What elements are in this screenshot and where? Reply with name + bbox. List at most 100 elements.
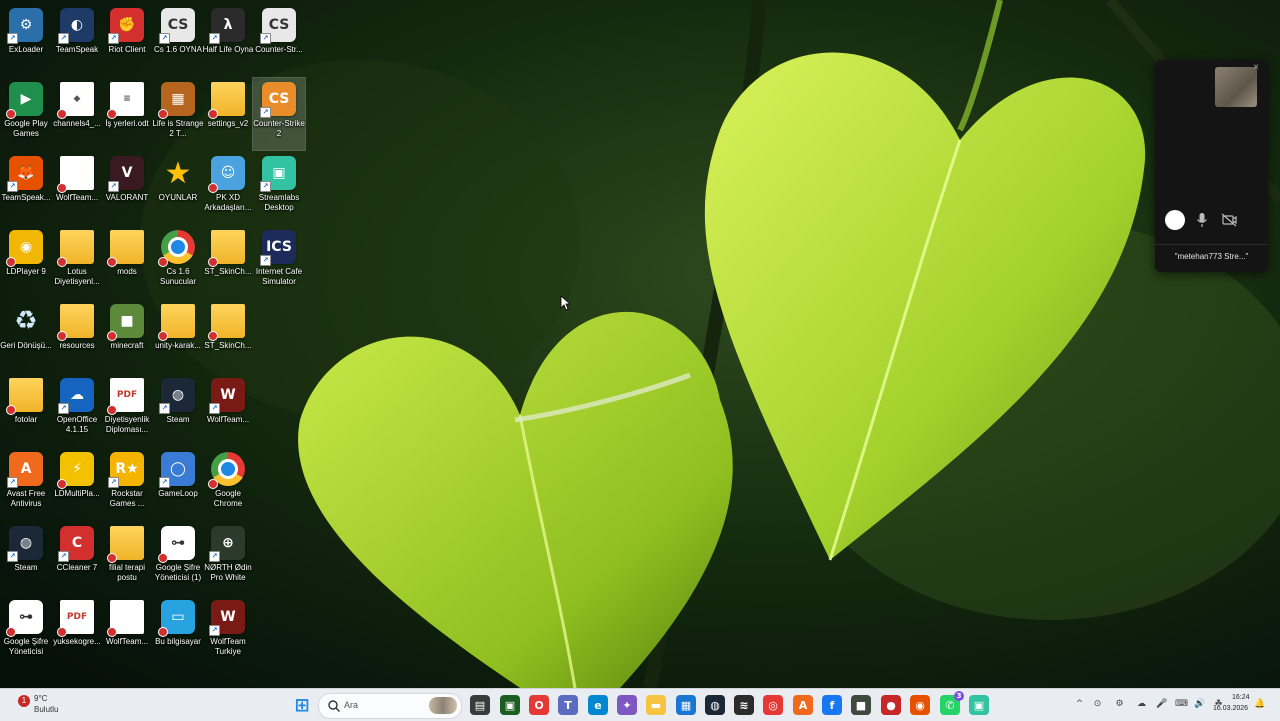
- lg-icon[interactable]: ●: [881, 695, 901, 715]
- desktop-icon[interactable]: ▦ Life is Strange 2 T...: [152, 78, 204, 150]
- opera-icon[interactable]: O: [529, 695, 549, 715]
- desktop-icon[interactable]: settings_v2: [202, 78, 254, 150]
- app-icon: [107, 230, 144, 267]
- desktop-icon[interactable]: ⚙ ↗ ExLoader: [0, 4, 52, 76]
- camera-preview-widget[interactable]: × "metehan773 Stre...": [1155, 60, 1268, 272]
- close-icon[interactable]: ×: [1251, 63, 1261, 73]
- steam-icon[interactable]: ◍: [705, 695, 725, 715]
- epic-icon[interactable]: ≋: [734, 695, 754, 715]
- desktop-icon[interactable]: ◍ ↗ Steam: [0, 522, 52, 594]
- tray-app-icon[interactable]: ⊙: [1092, 699, 1103, 710]
- desktop-icon[interactable]: ■ minecraft: [101, 300, 153, 372]
- desktop-icon[interactable]: W ↗ WolfTeam...: [202, 374, 254, 446]
- desktop-icon[interactable]: PDF Diyetisyenlik Diploması...: [101, 374, 153, 446]
- desktop-icon[interactable]: λ ↗ Half Life Oyna: [202, 4, 254, 76]
- desktop-icon[interactable]: ◯ ↗ GameLoop: [152, 448, 204, 520]
- teams-icon[interactable]: T: [558, 695, 578, 715]
- desktop-icon[interactable]: ◉ LDPlayer 9: [0, 226, 52, 298]
- volume-icon[interactable]: 🔊: [1194, 699, 1205, 710]
- app-icon: ◉: [6, 230, 43, 267]
- app-icon: PDF: [107, 378, 144, 415]
- desktop-icon[interactable]: ≡ İş yerleri.odt: [101, 78, 153, 150]
- box-icon[interactable]: ■: [851, 695, 871, 715]
- record-button[interactable]: [1165, 210, 1185, 230]
- desktop-icon[interactable]: WolfTeam...: [101, 596, 153, 668]
- desktop-icon[interactable]: W ↗ WolfTeam Turkiye: [202, 596, 254, 668]
- chrome-icon[interactable]: ◎: [763, 695, 783, 715]
- desktop-icon[interactable]: ☁ ↗ OpenOffice 4.1.15: [51, 374, 103, 446]
- edge-icon[interactable]: e: [588, 695, 608, 715]
- search-input[interactable]: Ara: [318, 693, 462, 719]
- desktop-icon[interactable]: A ↗ Avast Free Antivirus: [0, 448, 52, 520]
- desktop-icon[interactable]: ⊶ Google Şifre Yöneticisi: [0, 596, 52, 668]
- desktop-icon-label: filial terapi postu: [108, 563, 145, 582]
- streamlabs-icon[interactable]: ▣: [969, 695, 989, 715]
- desktop-icon-label: Avast Free Antivirus: [6, 489, 46, 508]
- app-icon: [107, 526, 144, 563]
- keyboard-icon[interactable]: ⌨: [1175, 699, 1188, 710]
- desktop-icon-label: WolfTeam...: [55, 193, 99, 202]
- desktop-icon[interactable]: ▭ Bu bilgisayar: [152, 596, 204, 668]
- shortcut-arrow-icon: ↗: [260, 107, 271, 118]
- desktop-icon[interactable]: CS ↗ Counter-Str...: [253, 4, 305, 76]
- desktop-icon[interactable]: ★ OYUNLAR: [152, 152, 204, 224]
- app-icon: [107, 600, 144, 637]
- desktop-icon[interactable]: ✊ ↗ Riot Client: [101, 4, 153, 76]
- desktop-icon[interactable]: ◍ ↗ Steam: [152, 374, 204, 446]
- notification-bell-icon[interactable]: 🔔: [1254, 699, 1265, 710]
- desktop-icon[interactable]: ⊕ ↗ NØRTH Ødin Pro White: [202, 522, 254, 594]
- desktop-icon-label: resources: [59, 341, 95, 350]
- sync-error-icon: [6, 257, 16, 267]
- desktop-icon[interactable]: mods: [101, 226, 153, 298]
- desktop-icon[interactable]: Cs 1.6 Sunucular: [152, 226, 204, 298]
- desktop-icon[interactable]: 🦊 ↗ TeamSpeak...: [0, 152, 52, 224]
- desktop-icon[interactable]: WolfTeam...: [51, 152, 103, 224]
- desktop-icon[interactable]: C ↗ CCleaner 7: [51, 522, 103, 594]
- desktop-icon[interactable]: ◆ channels4_...: [51, 78, 103, 150]
- camera-off-icon[interactable]: [1221, 212, 1237, 228]
- whatsapp-icon[interactable]: ✆ 3: [940, 691, 964, 715]
- app-icon: [208, 304, 245, 341]
- desktop-icon[interactable]: V ↗ VALORANT: [101, 152, 153, 224]
- clock-time[interactable]: 16:24: [1232, 694, 1250, 701]
- tray-settings-icon[interactable]: ⚙: [1114, 699, 1125, 710]
- desktop-icon[interactable]: CS ↗ Counter-Strike 2: [252, 77, 306, 151]
- copilot-icon[interactable]: ✦: [617, 695, 637, 715]
- desktop-icon[interactable]: ☺ PK XD Arkadaşları...: [202, 152, 254, 224]
- microphone-icon[interactable]: 🎤: [1156, 699, 1167, 710]
- desktop-icon[interactable]: unity-karak...: [152, 300, 204, 372]
- desktop-icon[interactable]: ♻ Geri Dönüşü...: [0, 300, 52, 372]
- store-icon[interactable]: ▦: [676, 695, 696, 715]
- desktop-icon[interactable]: filial terapi postu: [101, 522, 153, 594]
- desktop-icon[interactable]: ⚡ LDMultiPla...: [51, 448, 103, 520]
- task-view-icon[interactable]: ▤: [470, 695, 490, 715]
- weather-alert-icon: 1: [18, 695, 30, 707]
- desktop-icon[interactable]: ST_SkinCh...: [202, 226, 254, 298]
- avast-icon[interactable]: A: [793, 695, 813, 715]
- app-icon: ☺: [208, 156, 245, 193]
- desktop-icon[interactable]: resources: [51, 300, 103, 372]
- desktop-icon[interactable]: ⊶ Google Şifre Yöneticisi (1): [152, 522, 204, 594]
- facebook-icon[interactable]: f: [822, 695, 842, 715]
- microphone-icon[interactable]: [1195, 212, 1209, 228]
- desktop-icon[interactable]: PDF yuksekogre...: [51, 596, 103, 668]
- onedrive-icon[interactable]: ☁: [1136, 699, 1147, 710]
- desktop-icon[interactable]: ICS ↗ Internet Cafe Simulator: [253, 226, 305, 298]
- desktop-icon[interactable]: ST_SkinCh...: [202, 300, 254, 372]
- shortcut-arrow-icon: ↗: [159, 477, 170, 488]
- desktop-icon[interactable]: ▣ ↗ Streamlabs Desktop: [253, 152, 305, 224]
- file-explorer-icon[interactable]: ▬: [646, 695, 666, 715]
- xbox-icon[interactable]: ▣: [500, 695, 520, 715]
- desktop-icon[interactable]: Google Chrome: [202, 448, 254, 520]
- desktop-icon[interactable]: CS ↗ Cs 1.6 OYNA: [152, 4, 204, 76]
- desktop-icon[interactable]: Lotus Diyetisyenl...: [51, 226, 103, 298]
- firefox-icon[interactable]: ◉: [910, 695, 930, 715]
- desktop-icon[interactable]: ◐ ↗ TeamSpeak: [51, 4, 103, 76]
- start-button[interactable]: ⊞: [292, 695, 312, 716]
- desktop-icon[interactable]: fotolar: [0, 374, 52, 446]
- desktop-icon[interactable]: R★ ↗ Rockstar Games ...: [101, 448, 153, 520]
- desktop-icon[interactable]: ▶ Google Play Games: [0, 78, 52, 150]
- clock-date[interactable]: 16.03.2026: [1213, 705, 1248, 712]
- desktop-icon-label: unity-karak...: [155, 341, 201, 350]
- show-hidden-icons[interactable]: ^: [1074, 699, 1085, 710]
